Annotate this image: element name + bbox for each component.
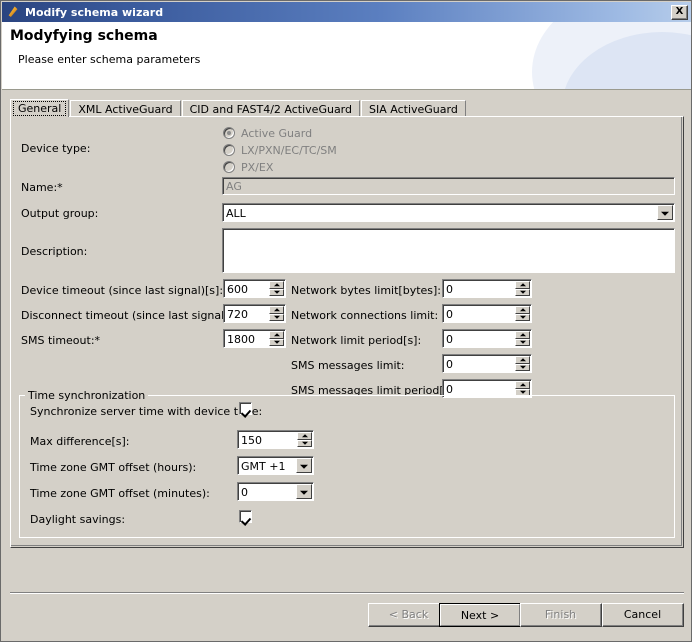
sms-timeout-spinner[interactable]: 1800 bbox=[223, 329, 286, 348]
footer-separator bbox=[10, 592, 684, 594]
disconnect-timeout-label: Disconnect timeout (since last signal)[s… bbox=[21, 309, 253, 322]
back-button[interactable]: < Back bbox=[368, 603, 450, 627]
max-difference-label: Max difference[s]: bbox=[30, 435, 130, 448]
tab-general[interactable]: General bbox=[10, 99, 70, 117]
finish-button[interactable]: Finish bbox=[520, 603, 602, 627]
radio-px-ex[interactable] bbox=[223, 161, 235, 173]
description-value bbox=[223, 229, 674, 272]
output-group-label: Output group: bbox=[21, 207, 99, 220]
stepper-down-icon[interactable] bbox=[515, 313, 530, 321]
radio-px-ex-label: PX/EX bbox=[241, 161, 274, 174]
title-bar: Modify schema wizard X bbox=[2, 2, 691, 22]
tab-sia-activeguard[interactable]: SIA ActiveGuard bbox=[361, 100, 466, 117]
sms-messages-limit-label: SMS messages limit: bbox=[291, 359, 405, 372]
description-textarea[interactable] bbox=[222, 228, 675, 273]
cancel-button[interactable]: Cancel bbox=[602, 603, 684, 627]
close-icon[interactable]: X bbox=[671, 4, 688, 20]
sms-messages-limit-period-stepper[interactable] bbox=[515, 381, 530, 396]
radio-lx-pxn-ec-tc-sm[interactable] bbox=[223, 144, 235, 156]
name-field[interactable]: AG bbox=[222, 177, 675, 195]
device-timeout-stepper[interactable] bbox=[269, 281, 284, 296]
cancel-button-label: Cancel bbox=[603, 604, 683, 626]
stepper-up-icon[interactable] bbox=[297, 432, 312, 440]
gmt-offset-minutes-combo[interactable]: 0 bbox=[237, 482, 314, 501]
stepper-up-icon[interactable] bbox=[269, 331, 284, 339]
max-difference-stepper[interactable] bbox=[297, 432, 312, 447]
stepper-up-icon[interactable] bbox=[515, 356, 530, 364]
network-bytes-limit-spinner[interactable]: 0 bbox=[442, 279, 532, 298]
sync-server-time-checkbox[interactable] bbox=[239, 402, 252, 415]
chevron-down-icon[interactable] bbox=[296, 458, 312, 473]
network-bytes-limit-stepper[interactable] bbox=[515, 281, 530, 296]
daylight-savings-checkbox[interactable] bbox=[239, 510, 252, 523]
sms-messages-limit-spinner[interactable]: 0 bbox=[442, 354, 532, 373]
network-connections-limit-stepper[interactable] bbox=[515, 306, 530, 321]
daylight-savings-label: Daylight savings: bbox=[30, 513, 126, 526]
tab-xml-activeguard[interactable]: XML ActiveGuard bbox=[70, 100, 181, 117]
disconnect-timeout-spinner[interactable]: 720 bbox=[223, 304, 286, 323]
stepper-up-icon[interactable] bbox=[515, 381, 530, 389]
stepper-down-icon[interactable] bbox=[269, 288, 284, 296]
tab-xml-activeguard-label: XML ActiveGuard bbox=[78, 103, 173, 116]
stepper-down-icon[interactable] bbox=[269, 313, 284, 321]
tab-cid-fast42-activeguard-label: CID and FAST4/2 ActiveGuard bbox=[189, 103, 352, 116]
stepper-up-icon[interactable] bbox=[515, 281, 530, 289]
gmt-offset-hours-label: Time zone GMT offset (hours): bbox=[30, 461, 197, 474]
sms-timeout-stepper[interactable] bbox=[269, 331, 284, 346]
pencil-icon bbox=[6, 5, 20, 19]
network-limit-period-spinner[interactable]: 0 bbox=[442, 329, 532, 348]
sms-messages-limit-stepper[interactable] bbox=[515, 356, 530, 371]
device-timeout-spinner[interactable]: 600 bbox=[223, 279, 286, 298]
network-limit-period-label: Network limit period[s]: bbox=[291, 334, 422, 347]
device-timeout-label: Device timeout (since last signal)[s]:* bbox=[21, 284, 229, 297]
page-subtitle: Please enter schema parameters bbox=[18, 53, 201, 66]
stepper-down-icon[interactable] bbox=[515, 288, 530, 296]
description-label: Description: bbox=[21, 245, 88, 258]
radio-active-guard-label: Active Guard bbox=[241, 127, 313, 140]
stepper-up-icon[interactable] bbox=[269, 281, 284, 289]
output-group-value: ALL bbox=[223, 204, 674, 221]
general-tab-panel: Device type: Active Guard LX/PXN/EC/TC/S… bbox=[10, 116, 684, 548]
disconnect-timeout-stepper[interactable] bbox=[269, 306, 284, 321]
stepper-up-icon[interactable] bbox=[515, 331, 530, 339]
device-type-label: Device type: bbox=[21, 142, 91, 155]
gmt-offset-hours-combo[interactable]: GMT +1 bbox=[237, 456, 314, 475]
stepper-down-icon[interactable] bbox=[515, 363, 530, 371]
page-title: Modyfying schema bbox=[10, 28, 158, 44]
radio-active-guard[interactable] bbox=[223, 127, 235, 139]
network-connections-limit-label: Network connections limit: bbox=[291, 309, 439, 322]
tab-strip: General XML ActiveGuard CID and FAST4/2 … bbox=[10, 99, 684, 117]
output-group-combo[interactable]: ALL bbox=[222, 203, 675, 222]
network-limit-period-stepper[interactable] bbox=[515, 331, 530, 346]
stepper-down-icon[interactable] bbox=[515, 338, 530, 346]
stepper-down-icon[interactable] bbox=[269, 338, 284, 346]
chevron-down-icon[interactable] bbox=[657, 205, 673, 220]
name-label: Name:* bbox=[21, 181, 63, 194]
sync-server-time-label: Synchronize server time with device time… bbox=[30, 405, 263, 418]
finish-button-label: Finish bbox=[521, 604, 601, 626]
stepper-down-icon[interactable] bbox=[297, 439, 312, 447]
name-field-value: AG bbox=[223, 178, 674, 194]
gmt-offset-minutes-label: Time zone GMT offset (minutes): bbox=[30, 487, 210, 500]
back-button-label: < Back bbox=[369, 604, 449, 626]
next-button-label: Next > bbox=[440, 604, 520, 626]
network-bytes-limit-label: Network bytes limit[bytes]: bbox=[291, 284, 442, 297]
chevron-down-icon[interactable] bbox=[296, 484, 312, 499]
tab-sia-activeguard-label: SIA ActiveGuard bbox=[369, 103, 458, 116]
tab-general-label: General bbox=[18, 102, 62, 115]
sms-timeout-label: SMS timeout:* bbox=[21, 334, 101, 347]
max-difference-spinner[interactable]: 150 bbox=[237, 430, 314, 449]
time-synchronization-group-title: Time synchronization bbox=[25, 389, 149, 402]
radio-lx-pxn-ec-tc-sm-label: LX/PXN/EC/TC/SM bbox=[241, 144, 337, 157]
wizard-header: Modyfying schema Please enter schema par… bbox=[2, 22, 691, 90]
tab-cid-fast42-activeguard[interactable]: CID and FAST4/2 ActiveGuard bbox=[181, 100, 360, 117]
stepper-up-icon[interactable] bbox=[269, 306, 284, 314]
network-connections-limit-spinner[interactable]: 0 bbox=[442, 304, 532, 323]
window-title: Modify schema wizard bbox=[25, 5, 164, 19]
stepper-up-icon[interactable] bbox=[515, 306, 530, 314]
next-button[interactable]: Next > bbox=[439, 603, 521, 627]
modify-schema-wizard-window: Modify schema wizard X Modyfying schema … bbox=[0, 0, 692, 642]
